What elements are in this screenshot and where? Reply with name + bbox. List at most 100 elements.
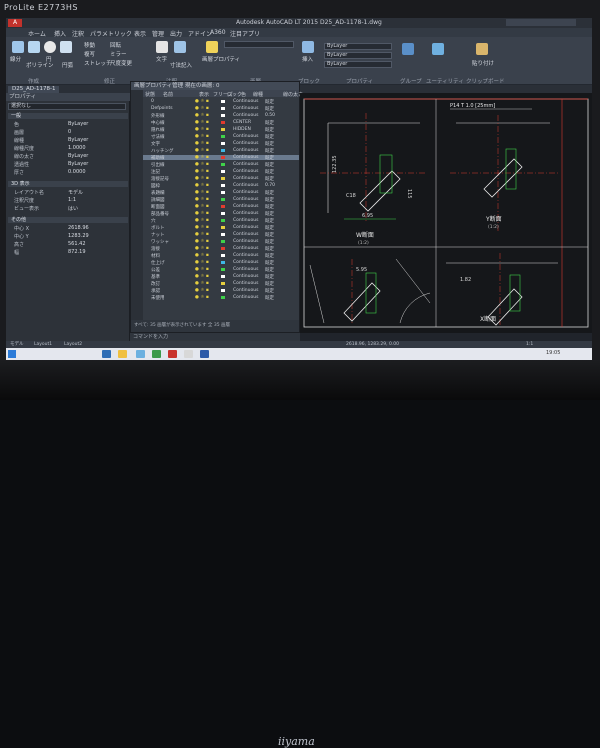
layer-row[interactable]: 穴 ● ☼ ▪ Continuous 既定 (143, 218, 299, 224)
layer-lineweight[interactable]: 既定 (265, 218, 274, 224)
property-row[interactable]: 画層 0 (10, 129, 126, 136)
properties-header[interactable]: プロパティ (6, 93, 130, 101)
properties-section[interactable]: その他 (8, 217, 128, 223)
layer-linetype[interactable]: CENTER (233, 120, 251, 125)
layer-state-icons[interactable]: ● ☼ ▪ (195, 232, 209, 237)
layer-lineweight[interactable]: 既定 (265, 176, 274, 182)
layer-lineweight[interactable]: 既定 (265, 120, 274, 126)
paste-icon[interactable] (476, 43, 488, 55)
layer-lineweight[interactable]: 既定 (265, 232, 274, 238)
clock[interactable]: 19:05 (546, 350, 560, 356)
app-logo-icon[interactable]: A (8, 19, 22, 27)
layer-state-icons[interactable]: ● ☼ ▪ (195, 148, 209, 153)
layer-color-swatch[interactable] (221, 296, 225, 299)
layer-row[interactable]: 表題欄 ● ☼ ▪ Continuous 既定 (143, 190, 299, 196)
property-row[interactable]: 高さ 561.42 (10, 241, 126, 248)
linetype-dropdown[interactable]: ByLayer (324, 52, 392, 59)
layer-color-swatch[interactable] (221, 170, 225, 173)
circle-tool-icon[interactable] (44, 41, 56, 53)
layer-linetype[interactable]: Continuous (233, 239, 258, 244)
tab-layout1[interactable]: Layout1 (34, 341, 52, 348)
layer-lineweight[interactable]: 既定 (265, 99, 274, 105)
layer-linetype[interactable]: Continuous (233, 113, 258, 118)
stretch-button[interactable]: ストレッチ (84, 59, 112, 67)
layer-state-icons[interactable]: ● ☼ ▪ (195, 253, 209, 258)
layer-color-swatch[interactable] (221, 156, 225, 159)
autocad-icon[interactable] (168, 350, 177, 358)
ie-icon[interactable] (102, 350, 111, 358)
layer-linetype[interactable]: Continuous (233, 260, 258, 265)
layer-color-swatch[interactable] (221, 191, 225, 194)
layer-lineweight[interactable]: 既定 (265, 127, 274, 133)
property-row[interactable]: 幅 872.19 (10, 249, 126, 256)
property-row[interactable]: 厚さ 0.0000 (10, 169, 126, 176)
layer-linetype[interactable]: Continuous (233, 176, 258, 181)
layer-linetype[interactable]: Continuous (233, 274, 258, 279)
layer-color-swatch[interactable] (221, 289, 225, 292)
layer-row[interactable]: 部品番号 ● ☼ ▪ Continuous 既定 (143, 211, 299, 217)
layer-row[interactable]: 寸法線 ● ☼ ▪ Continuous 既定 (143, 134, 299, 140)
layer-state-icons[interactable]: ● ☼ ▪ (195, 211, 209, 216)
layer-linetype[interactable]: Continuous (233, 211, 258, 216)
layer-state-icons[interactable]: ● ☼ ▪ (195, 190, 209, 195)
line-tool-icon[interactable] (12, 41, 24, 53)
layer-lineweight[interactable]: 既定 (265, 162, 274, 168)
layer-lineweight[interactable]: 既定 (265, 204, 274, 210)
dimension-button[interactable]: 寸法記入 (170, 61, 192, 69)
insert-block-icon[interactable] (302, 41, 314, 53)
layer-color-swatch[interactable] (221, 226, 225, 229)
layer-row[interactable]: 図枠 ● ☼ ▪ Continuous 0.70 (143, 183, 299, 189)
layer-linetype[interactable]: Continuous (233, 204, 258, 209)
layer-color-swatch[interactable] (221, 121, 225, 124)
text-tool-icon[interactable] (156, 41, 168, 53)
layer-row[interactable]: 外形線 ● ☼ ▪ Continuous 0.50 (143, 113, 299, 119)
layer-lineweight[interactable]: 既定 (265, 106, 274, 112)
layer-properties-button[interactable]: 画層プロパティ (202, 55, 240, 63)
layer-row[interactable]: 補助線 ● ☼ ▪ Continuous 既定 (143, 155, 299, 161)
property-row[interactable]: レイアウト名 モデル (10, 189, 126, 196)
layer-state-icons[interactable]: ● ☼ ▪ (195, 162, 209, 167)
text-button[interactable]: 文字 (156, 55, 167, 63)
layer-row[interactable]: 承認 ● ☼ ▪ Continuous 既定 (143, 288, 299, 294)
layer-lineweight[interactable]: 既定 (265, 134, 274, 140)
layer-row[interactable]: ハッチング ● ☼ ▪ Continuous 既定 (143, 148, 299, 154)
layer-lineweight[interactable]: 既定 (265, 260, 274, 266)
layer-lineweight[interactable]: 既定 (265, 288, 274, 294)
layer-state-icons[interactable]: ● ☼ ▪ (195, 218, 209, 223)
layer-lineweight[interactable]: 既定 (265, 211, 274, 217)
layer-state-icons[interactable]: ● ☼ ▪ (195, 176, 209, 181)
layer-state-icons[interactable]: ● ☼ ▪ (195, 288, 209, 293)
tab-layout2[interactable]: Layout2 (64, 341, 82, 348)
property-row[interactable]: 色 ByLayer (10, 121, 126, 128)
layer-linetype[interactable]: Continuous (233, 218, 258, 223)
layer-row[interactable]: 断面図 ● ☼ ▪ Continuous 既定 (143, 204, 299, 210)
scale-button[interactable]: 尺度変更 (110, 59, 132, 67)
layer-state-icons[interactable]: ● ☼ ▪ (195, 155, 209, 160)
layer-filter-tree[interactable] (131, 90, 143, 332)
layer-lineweight[interactable]: 既定 (265, 141, 274, 147)
layer-column-header[interactable]: 表示 (199, 91, 209, 98)
layer-color-swatch[interactable] (221, 282, 225, 285)
arc-tool-icon[interactable] (60, 41, 72, 53)
layer-column-header[interactable]: 状態 (145, 91, 155, 98)
layer-row[interactable]: 未使用 ● ☼ ▪ Continuous 既定 (143, 295, 299, 301)
layer-color-swatch[interactable] (221, 240, 225, 243)
move-button[interactable]: 移動 (84, 41, 95, 49)
annotation-scale[interactable]: 1:1 (526, 341, 533, 348)
property-row[interactable]: ビュー表示 はい (10, 205, 126, 212)
layer-lineweight[interactable]: 既定 (265, 295, 274, 301)
layer-linetype[interactable]: Continuous (233, 162, 258, 167)
layer-lineweight[interactable]: 既定 (265, 225, 274, 231)
layer-state-icons[interactable]: ● ☼ ▪ (195, 246, 209, 251)
layer-color-swatch[interactable] (221, 205, 225, 208)
layer-color-swatch[interactable] (221, 114, 225, 117)
layer-state-icons[interactable]: ● ☼ ▪ (195, 197, 209, 202)
layer-color-swatch[interactable] (221, 233, 225, 236)
layer-color-swatch[interactable] (221, 219, 225, 222)
layer-state-icons[interactable]: ● ☼ ▪ (195, 134, 209, 139)
layer-linetype[interactable]: Continuous (233, 106, 258, 111)
copy-button[interactable]: 複写 (84, 50, 95, 58)
property-row[interactable]: 線の太さ ByLayer (10, 153, 126, 160)
layer-row[interactable]: ワッシャ ● ☼ ▪ Continuous 既定 (143, 239, 299, 245)
layer-state-icons[interactable]: ● ☼ ▪ (195, 267, 209, 272)
